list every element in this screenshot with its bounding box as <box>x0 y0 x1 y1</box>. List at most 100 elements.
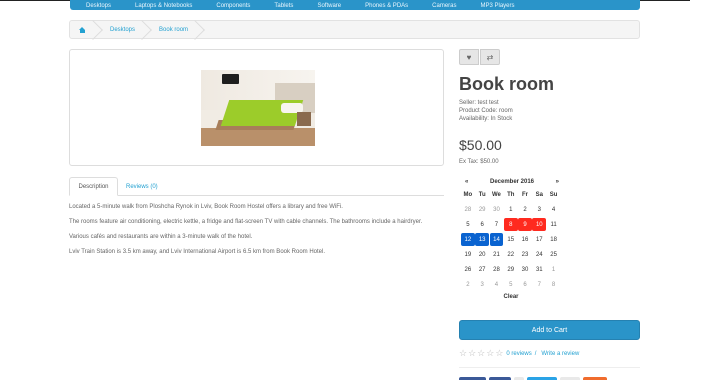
calendar-day-booked[interactable]: 10 <box>532 218 547 231</box>
calendar-day[interactable]: 7 <box>532 278 546 291</box>
calendar-day[interactable]: 18 <box>547 233 561 246</box>
star-icon: ☆ <box>459 348 468 358</box>
calendar-day[interactable]: 19 <box>461 248 475 261</box>
breadcrumb-book-room[interactable]: Book room <box>145 21 198 38</box>
product-meta: Seller: test test Product Code: room Ava… <box>459 99 639 123</box>
description-paragraph: The rooms feature air conditioning, elec… <box>69 219 423 225</box>
calendar-day[interactable]: 6 <box>475 218 489 231</box>
clear-dates-button[interactable]: Clear <box>461 294 561 300</box>
calendar-day[interactable]: 5 <box>461 218 475 231</box>
menu-item-software[interactable]: Software <box>317 3 341 9</box>
product-description: Located a 5-minute walk from Ploshcha Ry… <box>69 204 449 264</box>
calendar-day[interactable]: 3 <box>532 203 546 216</box>
next-month-button[interactable]: » <box>556 179 559 185</box>
wishlist-compare-group: ♥ ⇄ <box>459 49 500 65</box>
prev-month-button[interactable]: « <box>465 179 468 185</box>
weekday-row: Mo Tu We Th Fr Sa Su <box>461 188 561 203</box>
calendar-day[interactable]: 21 <box>490 248 504 261</box>
product-price: $50.00 <box>459 137 502 153</box>
product-title: Book room <box>459 74 555 94</box>
add-to-cart-button[interactable]: Add to Cart <box>459 320 640 340</box>
calendar-day[interactable]: 15 <box>504 233 518 246</box>
menu-item-mp3[interactable]: MP3 Players <box>481 3 515 9</box>
divider <box>459 367 640 368</box>
weekday-label: Su <box>549 191 558 198</box>
calendar-day[interactable]: 28 <box>490 263 504 276</box>
calendar-days: 28 29 30 1 2 3 4 5 6 7 8 9 10 11 12 13 14 15 16 17 18 19 20 21 2… <box>461 203 561 293</box>
product-code-text: Product Code: room <box>459 108 513 114</box>
calendar-day[interactable]: 25 <box>547 248 561 261</box>
calendar-day[interactable]: 16 <box>518 233 532 246</box>
calendar-day[interactable]: 20 <box>475 248 489 261</box>
write-review-link[interactable]: Write a review <box>541 351 579 357</box>
availability-text: Availability: In Stock <box>459 116 513 122</box>
calendar-day-selected[interactable]: 14 <box>489 233 504 246</box>
description-paragraph: Located a 5-minute walk from Ploshcha Ry… <box>69 204 343 210</box>
weekday-label: Tu <box>478 191 486 198</box>
menu-item-laptops[interactable]: Laptops & Notebooks <box>135 3 192 9</box>
reviews-count-link[interactable]: 0 reviews <box>506 351 531 357</box>
calendar-day[interactable]: 4 <box>547 203 561 216</box>
star-icon: ☆ <box>495 348 504 358</box>
menu-item-desktops[interactable]: Desktops <box>86 3 111 9</box>
calendar-week: 28 29 30 1 2 3 4 <box>461 203 561 218</box>
rating-row: ☆ ☆ ☆ ☆ ☆ 0 reviews / Write a review <box>459 349 579 358</box>
weekday-label: Th <box>507 191 515 198</box>
calendar-day[interactable]: 3 <box>475 278 489 291</box>
home-icon <box>79 26 86 33</box>
calendar-week: 5 6 7 8 9 10 11 <box>461 218 561 233</box>
calendar-month-title[interactable]: December 2016 <box>490 179 534 185</box>
calendar-day[interactable]: 23 <box>518 248 532 261</box>
tab-description[interactable]: Description <box>69 177 118 196</box>
compare-button[interactable]: ⇄ <box>480 49 500 65</box>
calendar-day[interactable]: 30 <box>490 203 504 216</box>
description-paragraph: Lviv Train Station is 3.5 km away, and L… <box>69 249 325 255</box>
calendar-day-selected[interactable]: 13 <box>475 233 490 246</box>
calendar-day[interactable]: 6 <box>518 278 532 291</box>
calendar-day[interactable]: 17 <box>532 233 546 246</box>
tab-reviews[interactable]: Reviews (0) <box>126 177 158 196</box>
menu-item-tablets[interactable]: Tablets <box>274 3 293 9</box>
calendar-day[interactable]: 22 <box>504 248 518 261</box>
breadcrumb-desktops[interactable]: Desktops <box>96 21 145 38</box>
calendar-day[interactable]: 8 <box>547 278 561 291</box>
calendar-day[interactable]: 4 <box>490 278 504 291</box>
main-menu: Desktops Laptops & Notebooks Components … <box>70 0 640 10</box>
calendar-day[interactable]: 2 <box>518 203 532 216</box>
menu-item-cameras[interactable]: Cameras <box>432 3 456 9</box>
description-paragraph: Various cafés and restaurants are within… <box>69 234 253 240</box>
add-to-wishlist-button[interactable]: ♥ <box>459 49 479 65</box>
product-thumbnail[interactable] <box>201 70 315 146</box>
calendar-day[interactable]: 29 <box>475 203 489 216</box>
star-icon: ☆ <box>468 348 477 358</box>
calendar-day[interactable]: 5 <box>504 278 518 291</box>
calendar-day-selected[interactable]: 12 <box>461 233 475 246</box>
calendar-day[interactable]: 24 <box>532 248 546 261</box>
calendar-day-booked[interactable]: 8 <box>503 218 518 231</box>
calendar-day[interactable]: 1 <box>547 263 561 276</box>
date-picker: « December 2016 » Mo Tu We Th Fr Sa Su 28 29 30 1… <box>461 176 561 300</box>
calendar-week: 12 13 14 15 16 17 18 <box>461 233 561 248</box>
compare-icon: ⇄ <box>486 52 494 62</box>
calendar-day[interactable]: 2 <box>461 278 475 291</box>
breadcrumb: Desktops Book room <box>69 20 640 39</box>
ex-tax-price: Ex Tax: $50.00 <box>459 159 499 165</box>
calendar-day[interactable]: 1 <box>504 203 518 216</box>
star-icon: ☆ <box>486 348 495 358</box>
calendar-day[interactable]: 7 <box>490 218 504 231</box>
calendar-day[interactable]: 31 <box>532 263 546 276</box>
calendar-week: 26 27 28 29 30 31 1 <box>461 263 561 278</box>
seller-text: Seller: test test <box>459 100 499 106</box>
star-icon: ☆ <box>477 348 486 358</box>
calendar-day[interactable]: 27 <box>475 263 489 276</box>
menu-item-components[interactable]: Components <box>216 3 250 9</box>
menu-item-phones[interactable]: Phones & PDAs <box>365 3 408 9</box>
calendar-day[interactable]: 26 <box>461 263 475 276</box>
breadcrumb-home[interactable] <box>70 21 96 38</box>
calendar-day[interactable]: 30 <box>518 263 532 276</box>
calendar-day[interactable]: 11 <box>547 218 561 231</box>
calendar-day[interactable]: 28 <box>461 203 475 216</box>
weekday-label: We <box>492 191 501 198</box>
calendar-day-booked[interactable]: 9 <box>518 218 532 231</box>
calendar-day[interactable]: 29 <box>504 263 518 276</box>
